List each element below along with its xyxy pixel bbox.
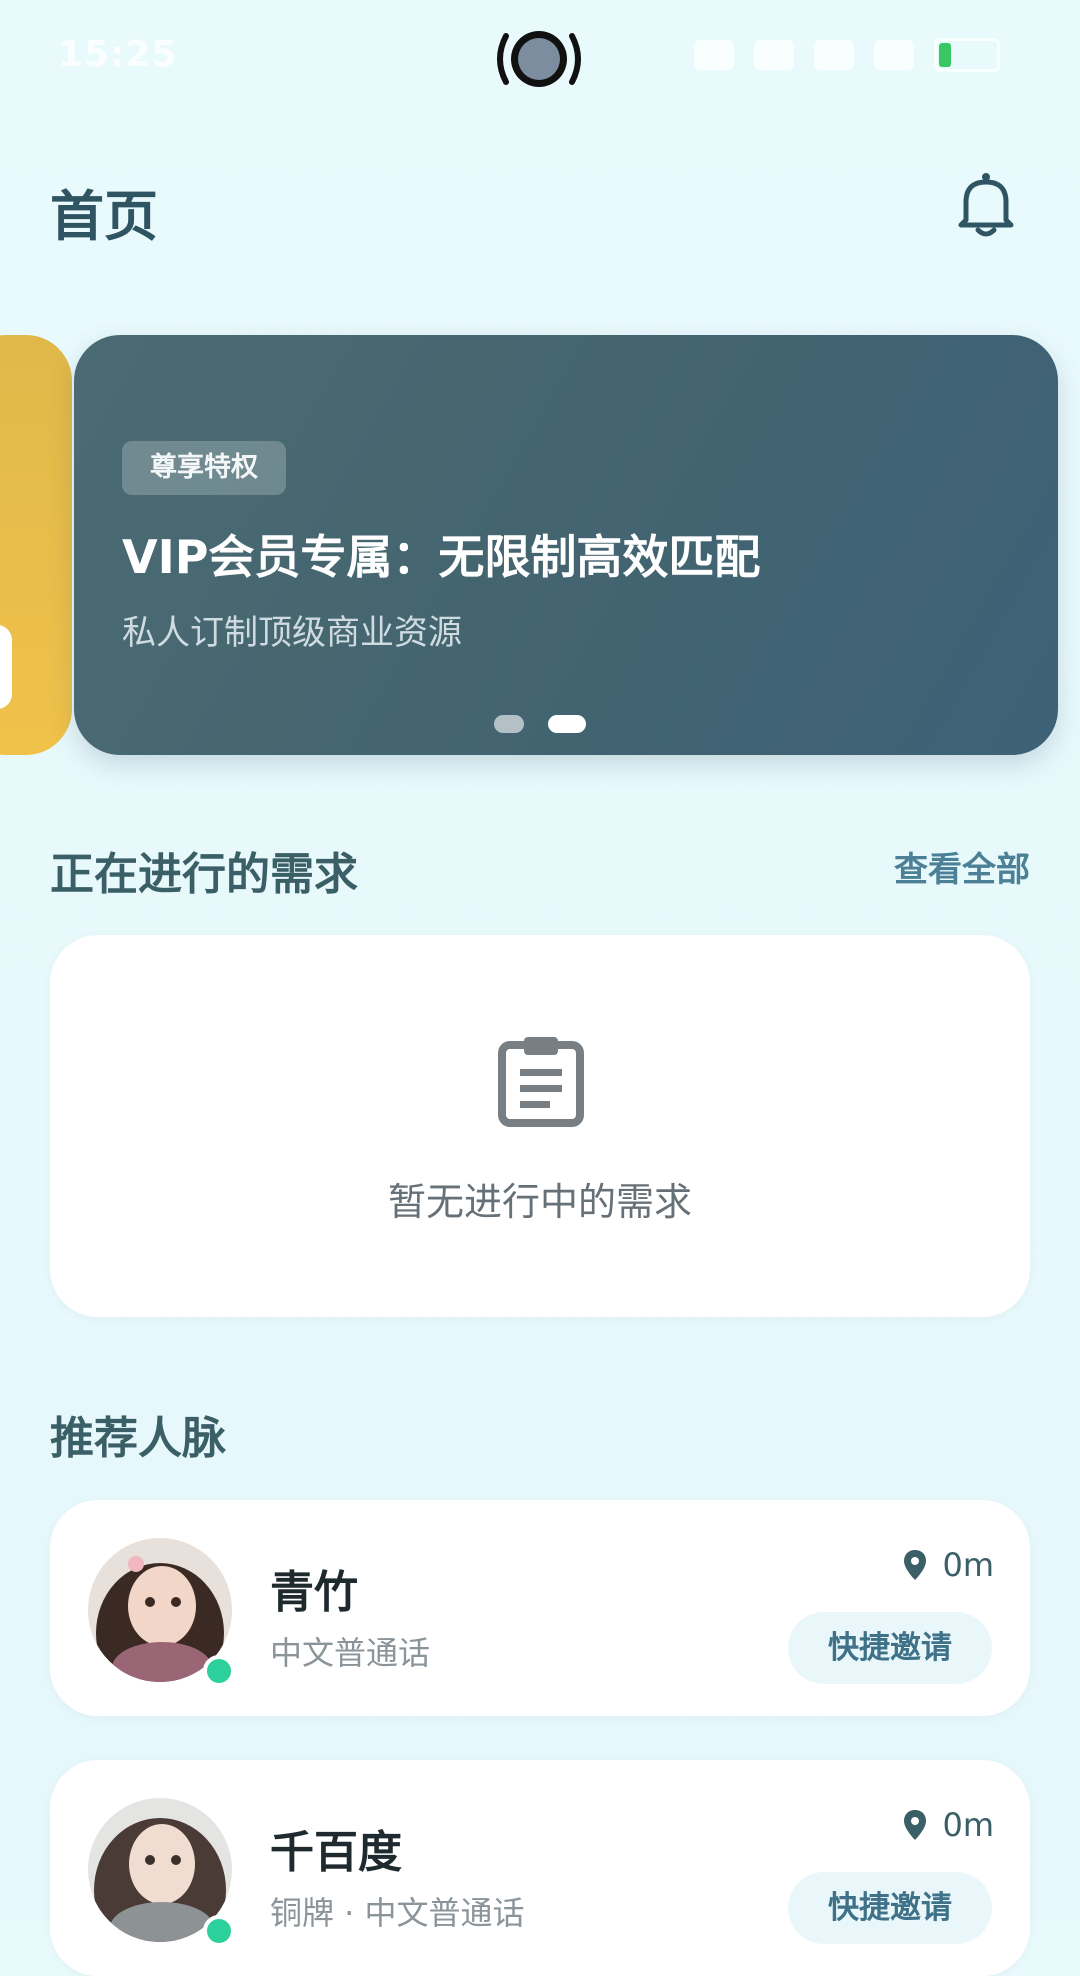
page-title: 首页 [50,185,158,248]
banner-title: VIP会员专属：无限制高效匹配 [122,530,761,584]
online-status-dot [203,1655,235,1687]
wifi-icon [754,40,794,70]
clipboard-icon [498,1037,584,1127]
status-time: 15:25 [58,34,178,75]
location-pin-icon [904,1810,927,1840]
view-all-link[interactable]: 查看全部 [894,842,1030,891]
banner-previous-slide[interactable] [0,335,72,755]
person-card[interactable]: 青竹 中文普通话 0m 快捷邀请 [50,1500,1030,1716]
battery-icon [934,38,1000,72]
banner-badge: 尊享特权 [122,441,286,495]
banner-subtitle: 私人订制顶级商业资源 [122,613,462,653]
signal-2-icon [874,40,914,70]
empty-requests-card: 暂无进行中的需求 [50,935,1030,1317]
banner-previous-tab [0,625,12,709]
signal-icon [814,40,854,70]
notification-bell-icon[interactable] [956,170,1016,240]
quick-invite-button[interactable]: 快捷邀请 [788,1612,992,1684]
camera-cutout-icon [497,31,581,87]
distance-value: 0m [942,1806,994,1844]
ongoing-section-title: 正在进行的需求 [50,849,358,900]
nfc-icon [694,40,734,70]
distance: 0m [904,1806,994,1844]
quick-invite-button[interactable]: 快捷邀请 [788,1872,992,1944]
carousel-dot-active[interactable] [548,715,586,733]
person-name: 青竹 [270,1567,358,1618]
status-icons [694,38,1000,72]
person-name: 千百度 [270,1827,402,1878]
carousel-indicator [494,715,586,733]
carousel-dot[interactable] [494,715,524,733]
status-bar: 15:25 [0,0,1080,110]
person-desc: 中文普通话 [270,1634,431,1672]
empty-requests-text: 暂无进行中的需求 [387,1180,692,1224]
vip-banner[interactable]: 尊享特权 VIP会员专属：无限制高效匹配 私人订制顶级商业资源 [74,335,1058,755]
recommend-section-title: 推荐人脉 [50,1413,226,1464]
person-card[interactable]: 千百度 铜牌 · 中文普通话 0m 快捷邀请 [50,1760,1030,1976]
distance-value: 0m [942,1546,994,1584]
distance: 0m [904,1546,994,1584]
location-pin-icon [904,1550,927,1580]
person-desc: 铜牌 · 中文普通话 [270,1894,525,1932]
